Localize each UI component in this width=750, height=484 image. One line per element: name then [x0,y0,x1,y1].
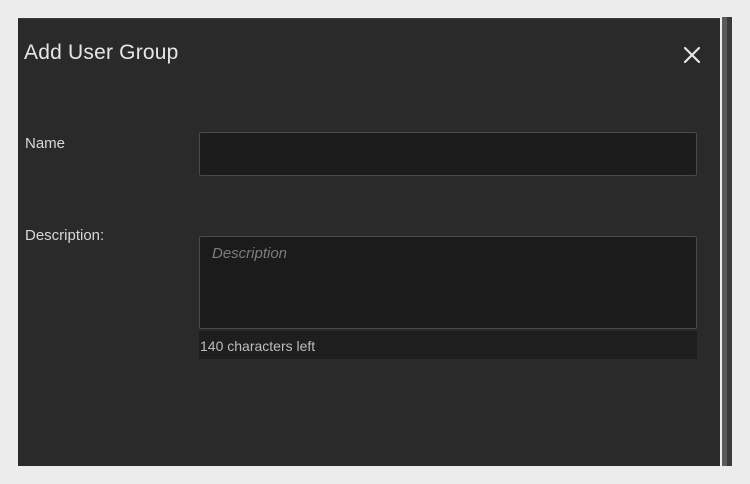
characters-left-counter: 140 characters left [199,331,697,359]
description-label: Description: [25,227,105,244]
description-field[interactable] [199,236,697,329]
scrollbar-thumb[interactable] [722,17,727,466]
name-field[interactable] [199,132,697,176]
close-icon [683,46,701,64]
scrollbar[interactable] [722,17,732,466]
close-button[interactable] [680,43,704,67]
dialog-title: Add User Group [24,41,179,64]
add-user-group-dialog: Add User Group Name Description: 140 cha… [18,18,720,466]
name-label: Name [25,135,66,152]
